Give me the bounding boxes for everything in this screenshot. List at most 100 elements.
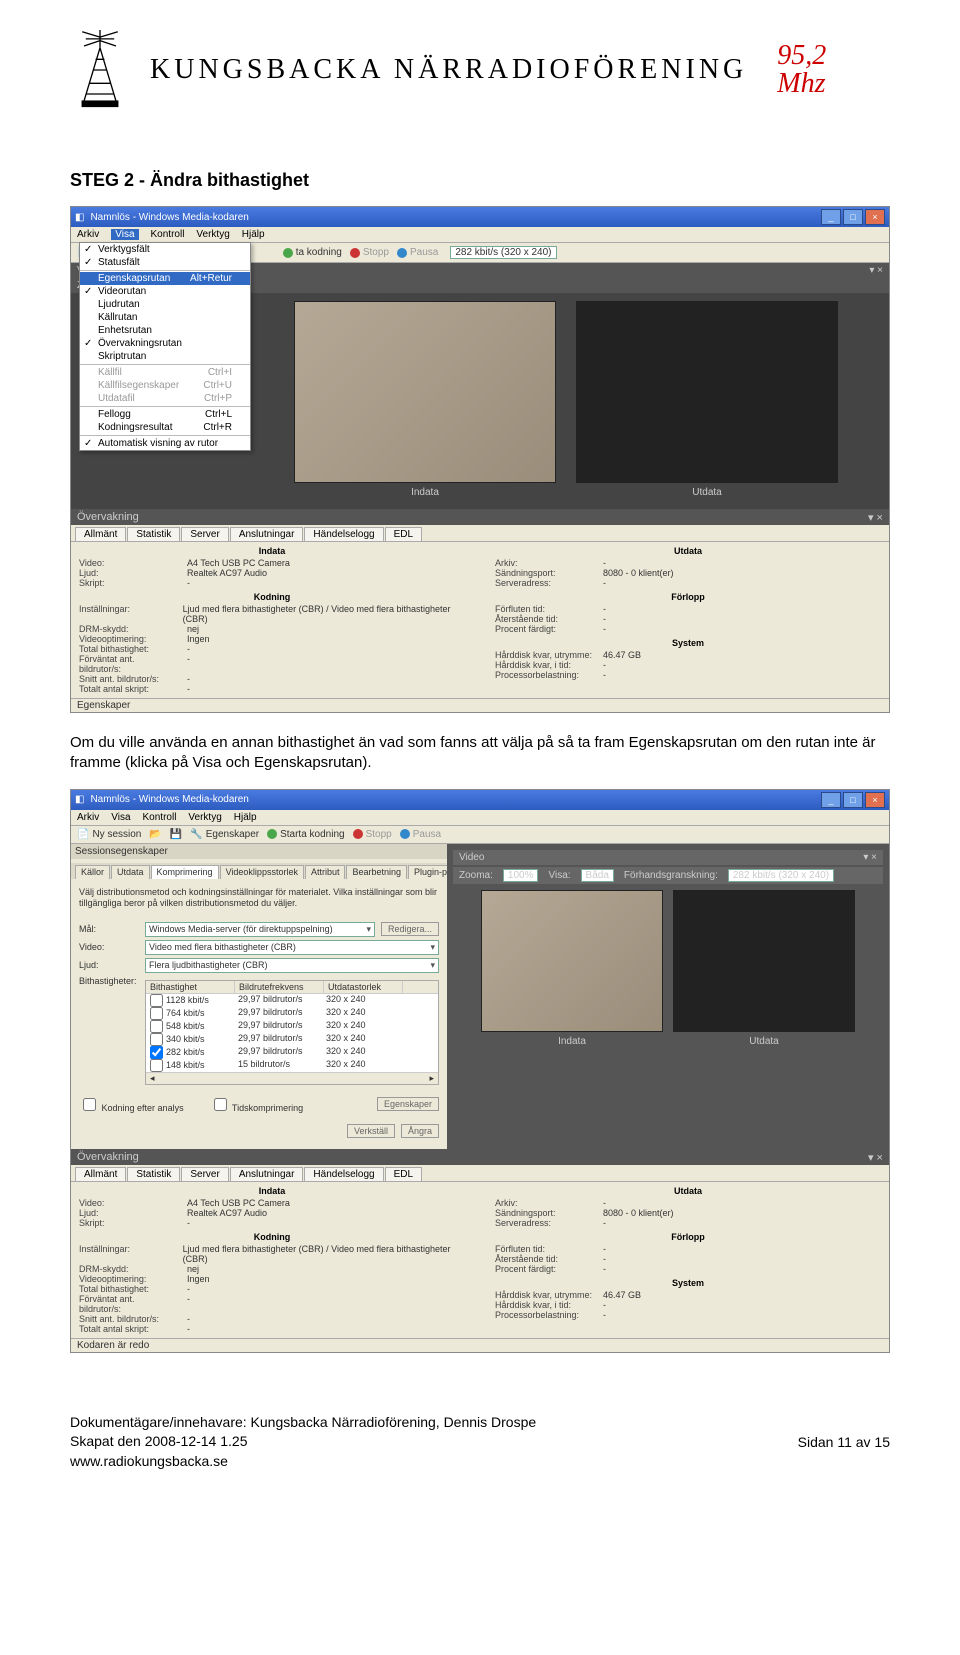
col-fps: Bildrutefrekvens [235,981,324,993]
kodning-efter-checkbox[interactable]: Kodning efter analys [79,1095,184,1114]
new-session-button[interactable]: 📄 Ny session [77,829,141,840]
open-button[interactable]: 📂 [149,829,161,840]
session-header: Sessionsegenskaper [71,844,447,859]
table-row[interactable]: 148 kbit/s15 bildrutor/s320 x 240 [146,1059,438,1072]
pause-button[interactable]: Pausa [400,829,441,840]
dropdown-item[interactable]: KällfilsegenskaperCtrl+U [80,379,250,392]
encode-button[interactable]: ta kodning [283,247,342,258]
minimize-icon[interactable]: _ [821,792,841,808]
dropdown-item[interactable]: Ljudrutan [80,298,250,311]
window-controls: _ □ × [821,209,885,225]
ljud-select[interactable]: Flera ljudbithastigheter (CBR) [145,958,439,973]
frequency: 95,2 Mhz [777,42,826,98]
menu-hjalp[interactable]: Hjälp [242,229,265,240]
mal-select[interactable]: Windows Media-server (för direktuppspeln… [145,922,375,937]
tab-edl[interactable]: EDL [385,1167,422,1181]
start-encoding-button[interactable]: Starta kodning [267,829,345,840]
indata-preview [481,890,663,1032]
properties-button[interactable]: 🔧 Egenskaper [190,829,259,840]
tab-videoklipp[interactable]: Videoklippsstorlek [220,865,304,879]
tab-handelselog[interactable]: Händelselogg [304,527,383,541]
close-icon[interactable]: × [865,209,885,225]
footer-owner: Dokumentägare/innehavare: Kungsbacka När… [70,1413,536,1433]
video-select[interactable]: Video med flera bithastigheter (CBR) [145,940,439,955]
table-row[interactable]: 548 kbit/s29,97 bildrutor/s320 x 240 [146,1020,438,1033]
window-controls: _ □ × [821,792,885,808]
bitrate-select[interactable]: 282 kbit/s (320 x 240) [450,246,556,259]
video-preview-panel: Video▾ × Zooma: 100% Visa: Båda Förhands… [447,844,889,1149]
dropdown-item[interactable]: UtdatafilCtrl+P [80,392,250,405]
verkstall-button[interactable]: Verkställ [347,1124,395,1138]
tab-allmant[interactable]: Allmänt [75,1167,126,1181]
pause-button[interactable]: Pausa [397,247,438,258]
save-button[interactable]: 💾 [170,829,182,840]
tab-anslutningar[interactable]: Anslutningar [230,527,304,541]
tab-anslutningar[interactable]: Anslutningar [230,1167,304,1181]
table-row[interactable]: 282 kbit/s29,97 bildrutor/s320 x 240 [146,1046,438,1059]
menu-visa[interactable]: Visa [111,812,130,823]
menu-arkiv[interactable]: Arkiv [77,229,99,240]
tab-allmant[interactable]: Allmänt [75,527,126,541]
tidskomp-checkbox[interactable]: Tidskomprimering [210,1095,304,1114]
info-indata-hdr: Indata [79,1186,465,1196]
dropdown-item[interactable]: FelloggCtrl+L [80,408,250,421]
menu-arkiv[interactable]: Arkiv [77,812,99,823]
egenskaper-button[interactable]: Egenskaper [377,1097,439,1111]
stop-button[interactable]: Stopp [353,829,392,840]
table-row[interactable]: 764 kbit/s29,97 bildrutor/s320 x 240 [146,1007,438,1020]
forhand-select[interactable]: 282 kbit/s (320 x 240) [728,869,834,882]
tab-utdata[interactable]: Utdata [111,865,150,879]
description-text: Välj distributionsmetod och kodningsinst… [79,887,439,910]
menu-hjalp[interactable]: Hjälp [234,812,257,823]
session-tabs: Källor Utdata Komprimering Videoklippsst… [71,863,447,879]
dropdown-item[interactable]: EgenskapsrutanAlt+Retur [80,272,250,285]
minimize-icon[interactable]: _ [821,209,841,225]
menu-kontroll[interactable]: Kontroll [143,812,177,823]
maximize-icon[interactable]: □ [843,792,863,808]
table-row[interactable]: 1128 kbit/s29,97 bildrutor/s320 x 240 [146,994,438,1007]
toolbar: 📄 Ny VerktygsfältStatusfältEgenskapsruta… [71,243,889,263]
menu-visa[interactable]: Visa [111,229,138,240]
dropdown-item[interactable]: Källrutan [80,311,250,324]
tab-server[interactable]: Server [181,527,228,541]
tab-handelselog[interactable]: Händelselogg [304,1167,383,1181]
tab-statistik[interactable]: Statistik [127,527,180,541]
dropdown-item[interactable]: KodningsresultatCtrl+R [80,421,250,434]
bitrate-table[interactable]: Bithastighet Bildrutefrekvens Utdatastor… [145,980,439,1085]
dropdown-item[interactable]: Verktygsfält [80,243,250,256]
tab-edl[interactable]: EDL [385,527,422,541]
freq-value: 95,2 [777,42,826,70]
dropdown-item[interactable]: KällfilCtrl+I [80,366,250,379]
preview-controls: Zooma: 100% Visa: Båda Förhandsgransknin… [453,867,883,884]
tab-statistik[interactable]: Statistik [127,1167,180,1181]
maximize-icon[interactable]: □ [843,209,863,225]
visa-select[interactable]: Båda [581,869,614,882]
redigera-button[interactable]: Redigera... [381,922,439,936]
angra-button[interactable]: Ångra [401,1124,439,1138]
dropdown-item[interactable]: Skriptrutan [80,350,250,363]
close-icon[interactable]: × [865,792,885,808]
tab-server[interactable]: Server [181,1167,228,1181]
stop-button[interactable]: Stopp [350,247,389,258]
menu-verktyg[interactable]: Verktyg [196,229,229,240]
dropdown-item[interactable]: Enhetsrutan [80,324,250,337]
forhand-label: Förhandsgranskning: [624,870,718,881]
session-properties-panel: Sessionsegenskaper Källor Utdata Komprim… [71,844,447,1149]
info-panel: Indata Video:A4 Tech USB PC CameraLjud:R… [71,542,889,698]
tab-kallor[interactable]: Källor [75,865,110,879]
ljud-label: Ljud: [79,960,139,970]
tab-attribut[interactable]: Attribut [305,865,346,879]
menu-verktyg[interactable]: Verktyg [188,812,221,823]
table-row[interactable]: 340 kbit/s29,97 bildrutor/s320 x 240 [146,1033,438,1046]
zoom-select[interactable]: 100% [503,869,539,882]
dropdown-item[interactable]: Videorutan [80,285,250,298]
info-utdata-hdr: Utdata [495,546,881,556]
tab-komprimering[interactable]: Komprimering [151,865,219,879]
dropdown-item[interactable]: Automatisk visning av rutor [80,437,250,450]
dropdown-item[interactable]: Övervakningsrutan [80,337,250,350]
menu-kontroll[interactable]: Kontroll [151,229,185,240]
menubar: Arkiv Visa Kontroll Verktyg Hjälp [71,227,889,243]
dropdown-item[interactable]: Statusfält [80,256,250,269]
info-forlopp-hdr: Förlopp [495,592,881,602]
tab-bearbetning[interactable]: Bearbetning [346,865,407,879]
